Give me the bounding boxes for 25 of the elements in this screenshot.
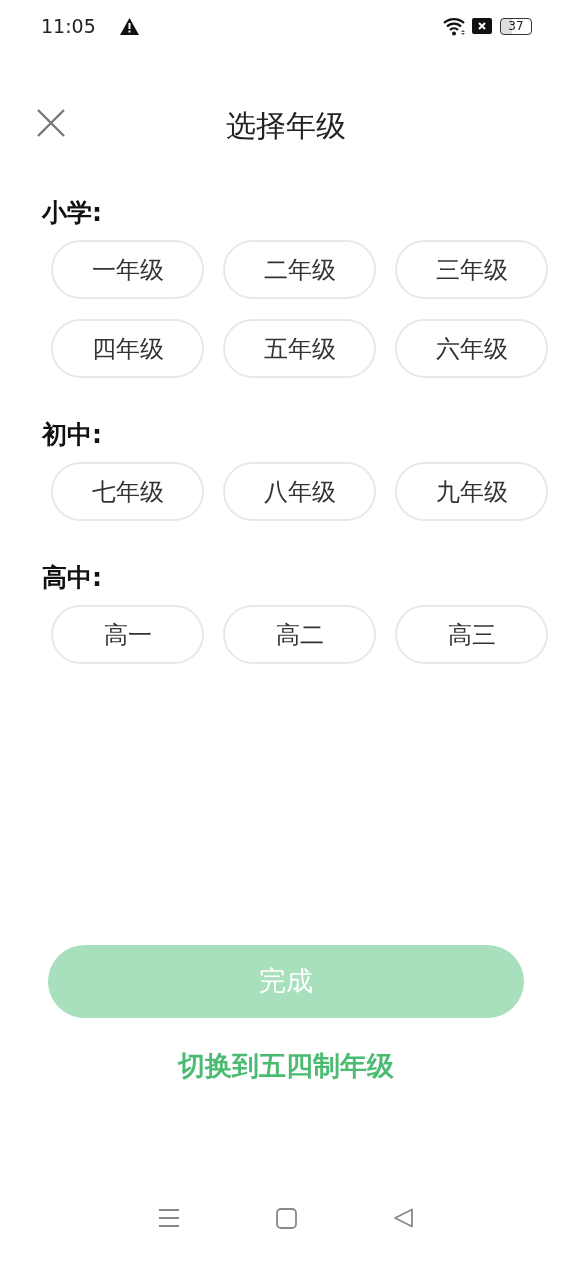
close-button[interactable] xyxy=(36,108,66,138)
grade-option[interactable]: 八年级 xyxy=(223,462,376,521)
grade-option[interactable]: 七年级 xyxy=(51,462,204,521)
warning-icon xyxy=(119,17,139,35)
grade-option[interactable]: 六年级 xyxy=(395,319,548,378)
page-title: 选择年级 xyxy=(226,106,346,145)
grade-option[interactable]: 九年级 xyxy=(395,462,548,521)
grade-option[interactable]: 一年级 xyxy=(51,240,204,299)
grade-option[interactable]: 三年级 xyxy=(395,240,548,299)
section-label: 初中: xyxy=(42,420,103,450)
grade-option[interactable]: 高三 xyxy=(395,605,548,664)
wifi-icon xyxy=(443,16,467,36)
battery-indicator: 37 xyxy=(500,17,532,35)
grade-option[interactable]: 五年级 xyxy=(223,319,376,378)
home-icon[interactable] xyxy=(276,1208,297,1229)
section-label: 小学: xyxy=(42,198,103,228)
grade-option[interactable]: 高二 xyxy=(223,605,376,664)
status-time: 11:05 xyxy=(41,13,96,39)
section-label: 高中: xyxy=(42,563,103,593)
grade-option[interactable]: 四年级 xyxy=(51,319,204,378)
grade-option[interactable]: 高一 xyxy=(51,605,204,664)
menu-icon[interactable] xyxy=(158,1208,180,1228)
grade-option[interactable]: 二年级 xyxy=(223,240,376,299)
no-sim-icon xyxy=(472,18,492,34)
back-icon[interactable] xyxy=(393,1208,414,1228)
